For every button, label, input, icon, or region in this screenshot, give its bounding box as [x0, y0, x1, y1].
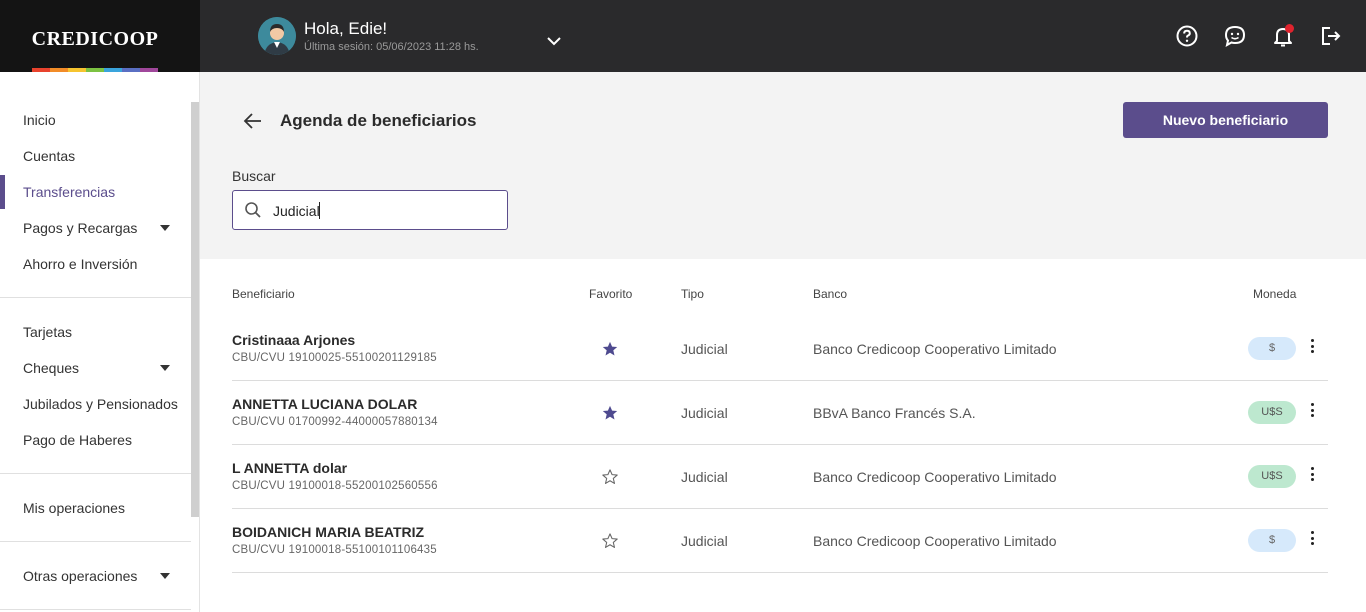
header-banco[interactable]: Banco: [813, 287, 847, 301]
beneficiary-bank: Banco Credicoop Cooperativo Limitado: [813, 469, 1057, 485]
header-moneda[interactable]: Moneda: [1253, 287, 1296, 301]
user-menu[interactable]: Hola, Edie! Última sesión: 05/06/2023 11…: [258, 17, 578, 57]
sidebar-item-ahorro-e-inversion[interactable]: Ahorro e Inversión: [0, 249, 190, 279]
brand-logo[interactable]: CREDICOOP: [0, 0, 200, 72]
more-options-icon[interactable]: [1306, 339, 1318, 359]
caret-down-icon[interactable]: [160, 225, 170, 231]
beneficiary-cbu: CBU/CVU 01700992-44000057880134: [232, 416, 438, 428]
sidebar-item-tarjetas[interactable]: Tarjetas: [0, 317, 190, 347]
sidebar-item-label: Cheques: [23, 360, 80, 376]
brand-name: CREDICOOP: [31, 28, 159, 50]
beneficiary-name: ANNETTA LUCIANA DOLAR: [232, 396, 418, 412]
beneficiary-cbu: CBU/CVU 19100018-55200102560556: [232, 480, 438, 492]
sidebar-item-label: Otras operaciones: [23, 568, 138, 584]
currency-badge: $: [1248, 529, 1296, 552]
help-icon[interactable]: [1175, 24, 1199, 48]
sidebar-divider: [0, 297, 191, 298]
sidebar-item-label: Tarjetas: [23, 324, 73, 340]
bell-icon[interactable]: [1271, 24, 1295, 48]
user-greeting: Hola, Edie!: [304, 19, 388, 38]
notification-dot: [1285, 24, 1294, 33]
sidebar-divider: [0, 541, 191, 542]
more-options-icon[interactable]: [1306, 403, 1318, 423]
header-beneficiario[interactable]: Beneficiario: [232, 287, 295, 301]
search-icon: [244, 201, 262, 219]
sidebar-item-mis-operaciones[interactable]: Mis operaciones: [0, 493, 190, 523]
text-cursor: [319, 202, 320, 219]
header-tipo[interactable]: Tipo: [681, 287, 704, 301]
header-favorito[interactable]: Favorito: [589, 287, 632, 301]
sidebar-item-label: Pagos y Recargas: [23, 220, 138, 236]
top-bar: CREDICOOP Hola, Edie! Última sesión: 05/…: [0, 0, 1366, 72]
table-row[interactable]: Cristinaaa Arjones CBU/CVU 19100025-5510…: [232, 317, 1328, 381]
beneficiary-type: Judicial: [681, 405, 728, 421]
sidebar-item-label: Cuentas: [23, 148, 76, 164]
beneficiary-bank: BBvA Banco Francés S.A.: [813, 405, 976, 421]
sidebar-divider: [0, 609, 191, 610]
star-outline-icon[interactable]: [601, 532, 619, 550]
beneficiary-type: Judicial: [681, 469, 728, 485]
sidebar-item-transferencias[interactable]: Transferencias: [0, 175, 190, 209]
beneficiary-name: Cristinaaa Arjones: [232, 332, 356, 348]
sidebar-item-label: Ahorro e Inversión: [23, 256, 138, 272]
sidebar-item-cheques[interactable]: Cheques: [0, 353, 190, 383]
sidebar-item-label: Inicio: [23, 112, 56, 128]
last-session: Última sesión: 05/06/2023 11:28 hs.: [304, 41, 479, 53]
sidebar-item-inicio[interactable]: Inicio: [0, 105, 190, 135]
new-beneficiary-button[interactable]: Nuevo beneficiario: [1123, 102, 1328, 138]
sidebar-item-label: Mis operaciones: [23, 500, 125, 516]
sidebar-item-jubilados-y-pensionados[interactable]: Jubilados y Pensionados: [0, 389, 190, 419]
sidebar-item-cuentas[interactable]: Cuentas: [0, 141, 190, 171]
beneficiary-name: L ANNETTA dolar: [232, 460, 348, 476]
chat-icon[interactable]: [1223, 24, 1247, 48]
sidebar-item-pagos-y-recargas[interactable]: Pagos y Recargas: [0, 213, 190, 243]
chevron-down-icon[interactable]: [544, 31, 564, 51]
beneficiary-cbu: CBU/CVU 19100018-55100101106435: [232, 544, 437, 556]
search-field[interactable]: [232, 190, 508, 230]
caret-down-icon[interactable]: [160, 573, 170, 579]
page-header: Agenda de beneficiarios Nuevo beneficiar…: [200, 72, 1366, 259]
page-title: Agenda de beneficiarios: [280, 111, 477, 130]
table-row[interactable]: BOIDANICH MARIA BEATRIZ CBU/CVU 19100018…: [232, 509, 1328, 573]
table-row[interactable]: L ANNETTA dolar CBU/CVU 19100018-5520010…: [232, 445, 1328, 509]
sidebar: Inicio Cuentas Transferencias Pagos y Re…: [0, 72, 200, 612]
sidebar-divider: [0, 473, 191, 474]
sidebar-scrollbar[interactable]: [191, 102, 199, 517]
beneficiary-bank: Banco Credicoop Cooperativo Limitado: [813, 341, 1057, 357]
search-label: Buscar: [232, 168, 276, 184]
more-options-icon[interactable]: [1306, 467, 1318, 487]
star-filled-icon[interactable]: [601, 340, 619, 358]
sidebar-item-label: Transferencias: [23, 184, 116, 200]
caret-down-icon[interactable]: [160, 365, 170, 371]
sidebar-item-pago-de-haberes[interactable]: Pago de Haberes: [0, 425, 190, 455]
avatar: [258, 17, 296, 55]
beneficiary-name: BOIDANICH MARIA BEATRIZ: [232, 524, 425, 540]
currency-badge: U$S: [1248, 401, 1296, 424]
more-options-icon[interactable]: [1306, 531, 1318, 551]
logout-icon[interactable]: [1319, 24, 1343, 48]
beneficiary-cbu: CBU/CVU 19100025-55100201129185: [232, 352, 437, 364]
currency-badge: U$S: [1248, 465, 1296, 488]
sidebar-item-label: Pago de Haberes: [23, 432, 132, 448]
search-input[interactable]: [273, 201, 493, 221]
beneficiary-type: Judicial: [681, 341, 728, 357]
sidebar-item-otras-operaciones[interactable]: Otras operaciones: [0, 561, 190, 591]
beneficiary-type: Judicial: [681, 533, 728, 549]
beneficiary-bank: Banco Credicoop Cooperativo Limitado: [813, 533, 1057, 549]
sidebar-item-label: Jubilados y Pensionados: [23, 396, 178, 412]
star-outline-icon[interactable]: [601, 468, 619, 486]
table-row[interactable]: ANNETTA LUCIANA DOLAR CBU/CVU 01700992-4…: [232, 381, 1328, 445]
back-arrow-icon[interactable]: [242, 110, 264, 132]
star-filled-icon[interactable]: [601, 404, 619, 422]
currency-badge: $: [1248, 337, 1296, 360]
